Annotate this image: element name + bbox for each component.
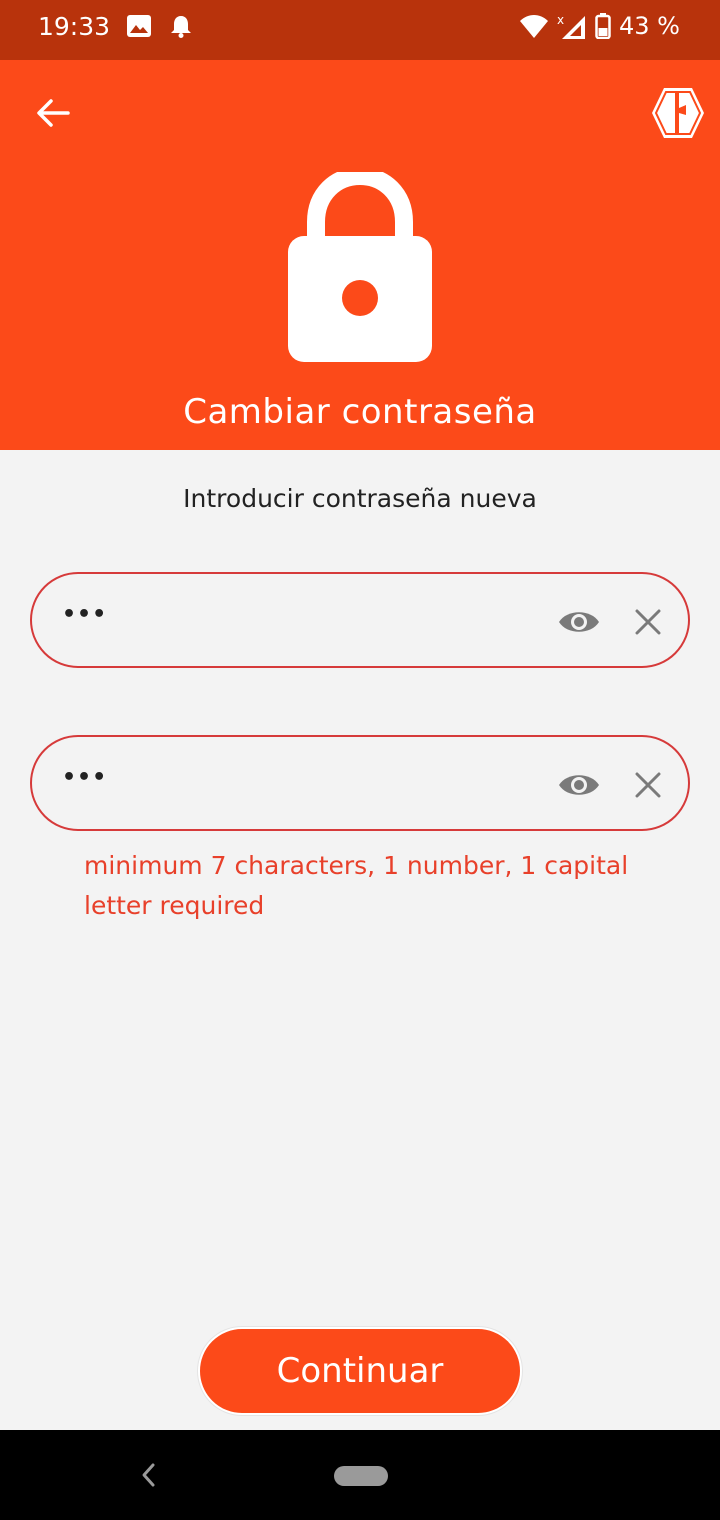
status-bar: 19:33 x 43 % [0, 0, 720, 60]
page-title: Cambiar contraseña [183, 392, 537, 432]
clear-button[interactable] [628, 602, 668, 642]
continue-button[interactable]: Continuar [198, 1327, 522, 1415]
nav-home-pill[interactable] [334, 1466, 388, 1486]
close-icon [635, 772, 661, 798]
signal-icon: x [557, 13, 586, 39]
wifi-icon [520, 15, 549, 38]
nav-back-icon[interactable] [136, 1460, 160, 1490]
status-time: 19:33 [38, 12, 111, 41]
new-password-field[interactable] [30, 572, 690, 668]
status-system-icons: x 43 % [519, 12, 680, 40]
back-arrow-icon [37, 99, 70, 127]
form-subtitle: Introducir contraseña nueva [183, 484, 537, 513]
clear-button[interactable] [628, 765, 668, 805]
battery-icon [595, 13, 611, 39]
bell-icon [171, 16, 191, 38]
eye-icon [559, 612, 599, 632]
system-nav-bar [0, 1430, 720, 1520]
confirm-password-input[interactable] [62, 765, 522, 790]
battery-percent: 43 % [619, 12, 680, 40]
password-error-message: minimum 7 characters, 1 number, 1 capita… [84, 851, 629, 920]
new-password-input[interactable] [62, 602, 522, 627]
status-notification-icons [126, 14, 192, 38]
app-logo-icon[interactable] [650, 86, 706, 140]
toggle-visibility-button[interactable] [556, 602, 602, 642]
lock-icon [288, 172, 432, 362]
toggle-visibility-button[interactable] [556, 765, 602, 805]
header: Cambiar contraseña [0, 60, 720, 450]
confirm-password-field[interactable] [30, 735, 690, 831]
svg-text:x: x [557, 13, 564, 27]
back-button[interactable] [30, 90, 76, 136]
eye-icon [559, 775, 599, 795]
close-icon [635, 609, 661, 635]
image-icon [127, 15, 151, 37]
